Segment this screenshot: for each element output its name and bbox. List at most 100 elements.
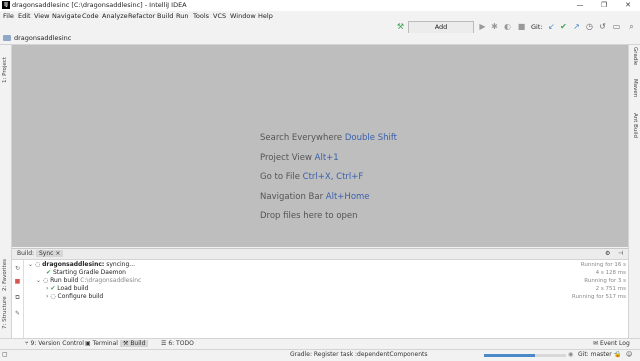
task-progress-bar [484, 354, 566, 357]
tree-row-sync-root[interactable]: ⌄ ◌ dragonsaddlesinc: syncing... [28, 261, 135, 269]
build-panel-header: Build: Sync × ⚙ ⊣ [12, 249, 628, 260]
structure-tool-button[interactable]: 7: Structure [2, 296, 8, 329]
title-bar: IJ dragonsaddlesinc [C:\dragonsaddlesinc… [0, 0, 640, 11]
menu-code[interactable]: Code [82, 12, 99, 20]
build-panel-title: Build: [17, 250, 35, 257]
history-icon[interactable]: ◷ [585, 22, 594, 31]
todo-icon: ☰ [161, 340, 167, 347]
menu-edit[interactable]: Edit [18, 12, 31, 20]
tree-row-starting-daemon[interactable]: ✔ Starting Gradle Daemon [46, 269, 126, 277]
stop-icon[interactable]: ■ [517, 22, 526, 31]
cancel-task-icon[interactable]: ◉ [568, 351, 573, 358]
coverage-icon[interactable]: ◐ [503, 22, 512, 31]
git-branch-widget[interactable]: Git: master ÷ [578, 351, 619, 358]
rollback-icon[interactable]: ↺ [598, 22, 607, 31]
vcs-commit-icon[interactable]: ✔ [559, 22, 568, 31]
success-check-icon: ✔ [50, 285, 56, 292]
layout-toggle-icon[interactable]: ▢ [2, 351, 8, 358]
git-label: Git: [531, 23, 543, 31]
duration-text: Running for 517 ms [571, 294, 626, 300]
collapse-arrow-icon[interactable]: ⌄ [28, 261, 33, 268]
shortcut-key: Alt+1 [314, 153, 339, 163]
menu-window[interactable]: Window [230, 12, 256, 20]
tab-build[interactable]: ⚒ Build [120, 340, 149, 347]
pin-icon[interactable]: ✎ [14, 310, 21, 317]
menu-refactor[interactable]: Refactor [128, 12, 155, 20]
menu-navigate[interactable]: Navigate [52, 12, 81, 20]
intellij-logo-icon: IJ [2, 1, 10, 9]
hint-search-everywhere: Search Everywhere Double Shift [260, 133, 398, 143]
duration-text: Running for 3 s [584, 278, 626, 284]
menu-file[interactable]: File [3, 12, 14, 20]
menu-bar: File Edit View Navigate Code Analyze Ref… [0, 11, 400, 22]
build-hammer-icon[interactable]: ⚒ [396, 22, 405, 31]
tab-event-log[interactable]: ✉ Event Log [590, 340, 633, 347]
maximize-button[interactable]: ❐ [592, 0, 616, 11]
minimize-button[interactable]: — [568, 0, 592, 11]
debug-icon[interactable]: ✱ [490, 22, 499, 31]
ant-build-tool-button[interactable]: Ant Build [632, 113, 638, 138]
inspector-icon[interactable]: ☺ [626, 351, 632, 358]
tab-terminal[interactable]: ▣ Terminal [82, 340, 121, 347]
gradle-tool-button[interactable]: Gradle [632, 47, 638, 65]
spinner-icon: ◌ [50, 293, 56, 300]
rerun-icon[interactable]: ↻ [14, 265, 21, 272]
menu-view[interactable]: View [34, 12, 49, 20]
menu-analyze[interactable]: Analyze [102, 12, 128, 20]
build-tool-window: Build: Sync × ⚙ ⊣ ↻ ■ ⧉ ✎ ⌄ ◌ dragonsadd… [12, 248, 628, 339]
menu-build[interactable]: Build [157, 12, 173, 20]
menu-run[interactable]: Run [176, 12, 188, 20]
version-control-icon: ⑂ [25, 340, 29, 347]
duration-text: 4 s 128 ms [595, 270, 626, 276]
search-icon[interactable]: ⌕ [627, 22, 636, 31]
left-tool-strip: 1: Project 2: Favorites 7: Structure [0, 45, 12, 338]
hint-drop-files: Drop files here to open [260, 211, 358, 221]
menu-tools[interactable]: Tools [193, 12, 209, 20]
expand-arrow-icon[interactable]: › [46, 293, 48, 300]
status-bar: ▢ Gradle: Register task :dependentCompon… [0, 349, 640, 361]
editor-area[interactable]: Search Everywhere Double Shift Project V… [12, 45, 628, 247]
terminal-icon: ▣ [85, 340, 91, 347]
layout-icon[interactable]: ▭ [612, 22, 621, 31]
background-task-text[interactable]: Gradle: Register task :dependentComponen… [290, 351, 427, 358]
favorites-tool-button[interactable]: 2: Favorites [2, 259, 8, 291]
shortcut-key: Alt+Home [325, 192, 370, 202]
vcs-push-icon[interactable]: ↗ [572, 22, 581, 31]
gear-icon[interactable]: ⚙ [602, 250, 613, 257]
close-tab-icon[interactable]: × [55, 250, 60, 257]
build-icon: ⚒ [123, 340, 129, 347]
folder-icon [3, 35, 11, 41]
lock-icon[interactable]: 🔒 [614, 351, 621, 358]
tree-row-run-build[interactable]: ⌄ ◌ Run build C:\dragonsaddlesinc [36, 277, 141, 285]
expand-arrow-icon[interactable]: › [46, 285, 48, 292]
menu-help[interactable]: Help [258, 12, 273, 20]
maven-tool-button[interactable]: Maven [632, 79, 638, 97]
duration-text: 2 s 751 ms [595, 286, 626, 292]
collapse-arrow-icon[interactable]: ⌄ [36, 277, 41, 284]
project-tool-button[interactable]: 1: Project [2, 57, 8, 83]
shortcut-key: Ctrl+X, Ctrl+F [302, 172, 364, 182]
hint-go-to-file: Go to File Ctrl+X, Ctrl+F [260, 172, 364, 182]
tab-sync[interactable]: Sync × [36, 250, 64, 257]
hide-panel-icon[interactable]: ⊣ [615, 250, 626, 257]
tree-row-load-build[interactable]: › ✔ Load build [46, 285, 88, 293]
tab-todo[interactable]: ☰ 6: TODO [158, 340, 197, 347]
spinner-icon: ◌ [34, 261, 41, 268]
success-check-icon: ✔ [46, 269, 52, 276]
progress-fill [484, 354, 535, 357]
duration-text: Running for 16 s [580, 262, 626, 268]
toggle-view-icon[interactable]: ⧉ [14, 294, 21, 301]
tab-version-control[interactable]: ⑂ 9: Version Control [22, 340, 87, 347]
hint-project-view: Project View Alt+1 [260, 153, 339, 163]
spinner-icon: ◌ [42, 277, 49, 284]
breadcrumb-project[interactable]: dragonsaddlesinc [14, 34, 71, 42]
tree-row-configure-build[interactable]: › ◌ Configure build [46, 293, 103, 301]
close-button[interactable]: ✕ [616, 0, 640, 11]
stop-icon[interactable]: ■ [14, 278, 21, 285]
menu-vcs[interactable]: VCS [213, 12, 226, 20]
hint-navigation-bar: Navigation Bar Alt+Home [260, 192, 370, 202]
vcs-update-icon[interactable]: ↙ [547, 22, 556, 31]
window-title: dragonsaddlesinc [C:\dragonsaddlesinc] -… [12, 1, 187, 9]
run-icon[interactable]: ▶ [478, 22, 487, 31]
navigation-bar: dragonsaddlesinc [0, 33, 640, 45]
